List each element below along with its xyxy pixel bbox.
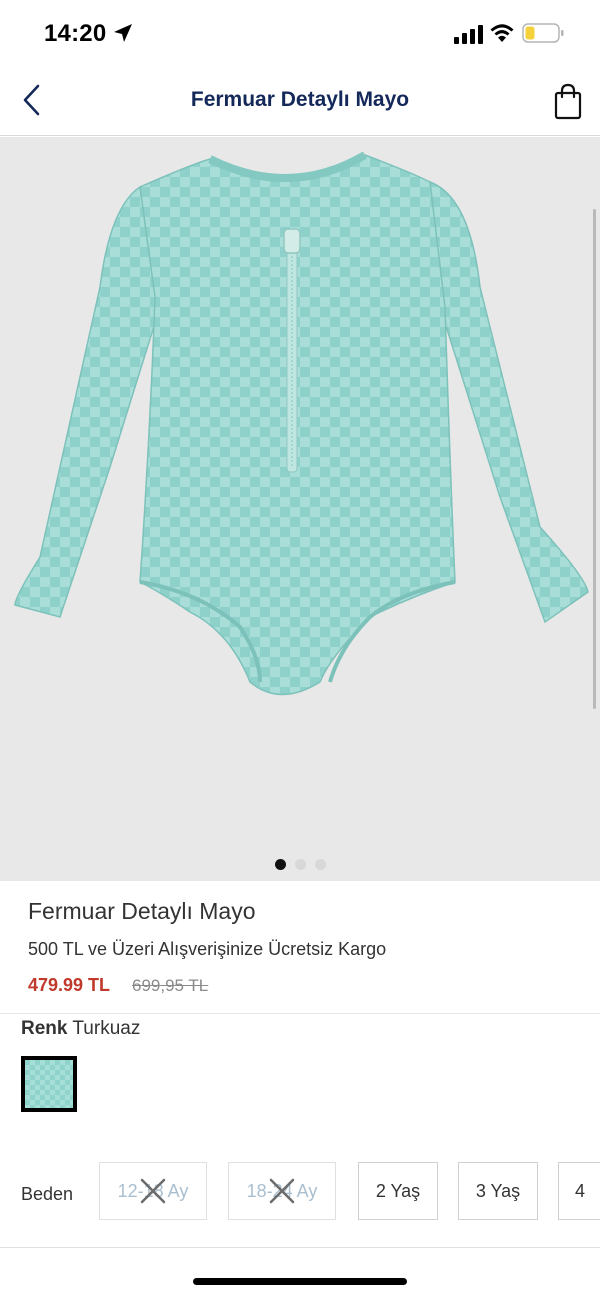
divider xyxy=(0,1013,600,1014)
shopping-bag-icon[interactable] xyxy=(551,82,585,120)
pagination-dot[interactable] xyxy=(314,859,326,870)
product-title: Fermuar Detaylı Mayo xyxy=(28,898,256,924)
page-title: Fermuar Detaylı Mayo xyxy=(190,88,410,111)
scroll-indicator xyxy=(593,209,596,709)
home-indicator[interactable] xyxy=(193,1278,407,1285)
status-bar: 14:20 xyxy=(0,0,600,68)
status-time: 14:20 xyxy=(44,20,107,47)
navigation-bar: Fermuar Detaylı Mayo xyxy=(0,68,600,136)
battery-low-icon xyxy=(522,23,564,43)
color-swatch-turkuaz[interactable] xyxy=(21,1056,77,1112)
size-option-label: 4 xyxy=(575,1180,586,1201)
pagination-dot[interactable] xyxy=(274,859,286,870)
color-value: Turkuaz xyxy=(72,1018,141,1039)
size-label: Beden xyxy=(21,1184,74,1204)
pagination-dot[interactable] xyxy=(294,859,306,870)
divider xyxy=(0,1247,600,1248)
size-option-12-18-ay[interactable]: 12-18 Ay xyxy=(99,1162,207,1220)
wifi-icon xyxy=(490,24,514,42)
gallery-pagination xyxy=(0,859,600,870)
size-option-4[interactable]: 4 xyxy=(558,1162,600,1220)
unavailable-x-icon xyxy=(140,1178,166,1204)
color-row: Renk Turkuaz xyxy=(21,1018,140,1040)
product-image-gallery[interactable] xyxy=(0,137,600,881)
size-option-3-yas[interactable]: 3 Yaş xyxy=(458,1162,538,1220)
old-price: 699,95 TL xyxy=(132,976,209,995)
size-option-18-24-ay[interactable]: 18-24 Ay xyxy=(228,1162,336,1220)
current-price: 479.99 TL xyxy=(28,975,111,995)
color-label: Renk xyxy=(21,1018,68,1039)
location-arrow-icon xyxy=(114,24,132,42)
size-option-label: 3 Yaş xyxy=(475,1180,521,1201)
size-option-label: 2 Yaş xyxy=(375,1180,421,1201)
product-image xyxy=(14,151,589,696)
size-option-2-yas[interactable]: 2 Yaş xyxy=(358,1162,438,1220)
shipping-note: 500 TL ve Üzeri Alışverişinize Ücretsiz … xyxy=(28,939,387,959)
unavailable-x-icon xyxy=(269,1178,295,1204)
cellular-signal-icon xyxy=(454,25,483,44)
